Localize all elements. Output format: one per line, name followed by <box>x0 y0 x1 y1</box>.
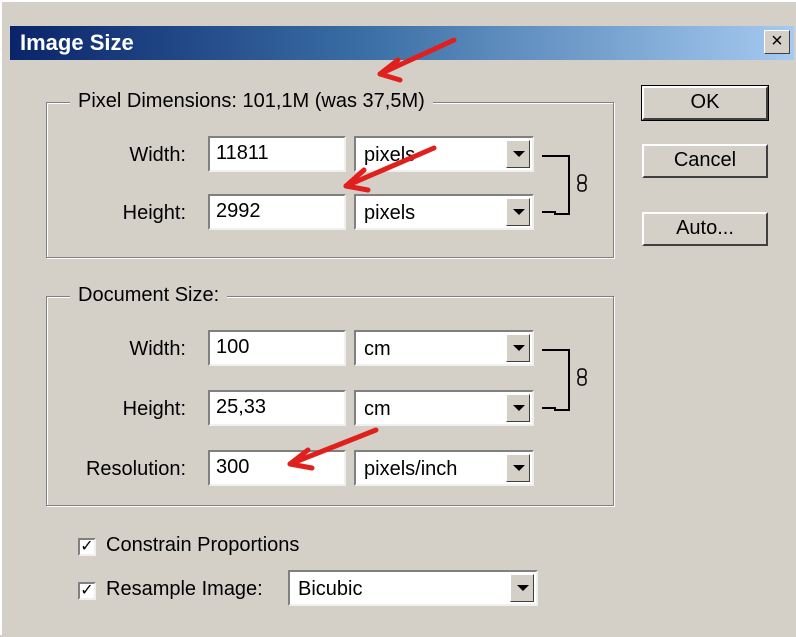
title-bar: Image Size × <box>10 26 794 60</box>
doc-link-bracket <box>554 349 570 411</box>
resample-image-checkbox[interactable]: ✓ <box>78 582 96 600</box>
pixel-dimensions-legend: Pixel Dimensions: 101,1M (was 37,5M) <box>70 90 433 113</box>
link-bracket <box>554 155 570 215</box>
chain-link-icon <box>577 368 587 386</box>
chevron-down-icon[interactable] <box>506 334 530 362</box>
link-bracket-bottom <box>542 211 556 213</box>
doc-height-label: Height: <box>122 398 186 420</box>
auto-button[interactable]: Auto... <box>642 212 768 246</box>
chevron-down-icon[interactable] <box>506 394 530 422</box>
doc-link-bracket-bottom <box>542 407 556 409</box>
chevron-down-icon[interactable] <box>510 574 534 602</box>
pixel-dimensions-group <box>46 102 614 258</box>
pixel-width-unit-select[interactable]: pixels <box>354 136 534 172</box>
resample-image-label[interactable]: Resample Image: <box>106 578 263 601</box>
pixel-height-unit-value: pixels <box>364 202 416 224</box>
resolution-unit-select[interactable]: pixels/inch <box>354 450 534 486</box>
chain-link-icon <box>577 174 587 192</box>
doc-width-unit-select[interactable]: cm <box>354 330 534 366</box>
constrain-proportions-checkbox[interactable]: ✓ <box>78 538 96 556</box>
doc-height-unit-value: cm <box>364 398 391 420</box>
resolution-input[interactable]: 300 <box>208 450 346 486</box>
chevron-down-icon[interactable] <box>506 140 530 168</box>
doc-height-unit-select[interactable]: cm <box>354 390 534 426</box>
close-button[interactable]: × <box>764 30 790 54</box>
resample-method-value: Bicubic <box>298 578 363 600</box>
doc-height-input[interactable]: 25,33 <box>208 390 346 426</box>
resolution-label: Resolution: <box>85 458 186 480</box>
resolution-unit-value: pixels/inch <box>364 458 458 480</box>
pixel-width-unit-value: pixels <box>364 144 416 166</box>
doc-width-label: Width: <box>129 338 186 360</box>
doc-width-unit-value: cm <box>364 338 391 360</box>
chevron-down-icon[interactable] <box>506 198 530 226</box>
pixel-height-input[interactable]: 2992 <box>208 194 346 230</box>
ok-button[interactable]: OK <box>641 85 769 121</box>
pixel-height-unit-select[interactable]: pixels <box>354 194 534 230</box>
image-size-dialog: Image Size × Pixel Dimensions: 101,1M (w… <box>0 0 796 635</box>
pixel-width-label: Width: <box>129 144 186 166</box>
cancel-button[interactable]: Cancel <box>642 144 768 178</box>
chevron-down-icon[interactable] <box>506 454 530 482</box>
pixel-height-label: Height: <box>122 202 186 224</box>
resample-method-select[interactable]: Bicubic <box>288 570 538 606</box>
document-size-legend: Document Size: <box>70 284 228 307</box>
doc-width-input[interactable]: 100 <box>208 330 346 366</box>
pixel-width-input[interactable]: 11811 <box>208 136 346 172</box>
dialog-title: Image Size <box>20 30 134 55</box>
constrain-proportions-label[interactable]: Constrain Proportions <box>106 534 299 557</box>
